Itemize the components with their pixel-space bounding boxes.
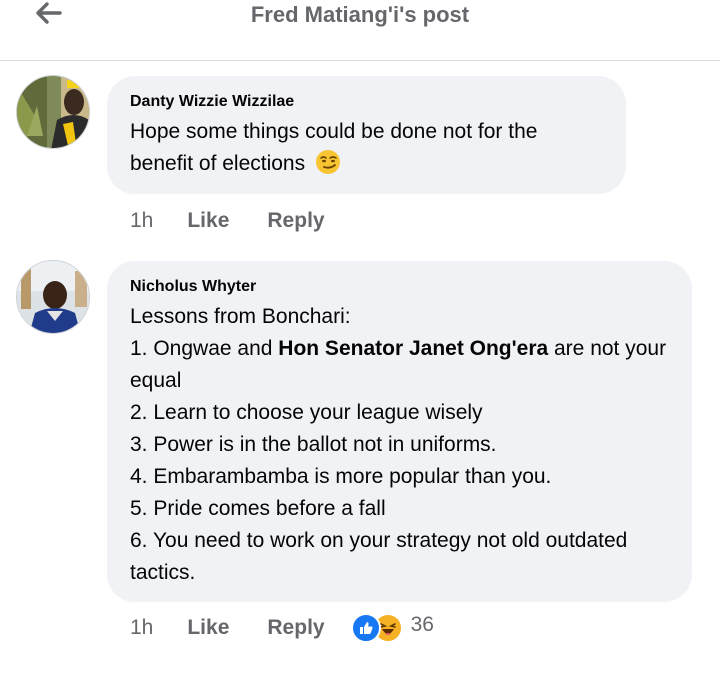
comment-line: 6. You need to work on your strategy not… xyxy=(130,529,628,584)
comment-bubble: Nicholus Whyter Lessons from Bonchari: 1… xyxy=(107,261,692,602)
comment-line: Lessons from Bonchari: xyxy=(130,305,351,328)
comment-author[interactable]: Nicholus Whyter xyxy=(130,276,670,298)
page-title: Fred Matiang'i's post xyxy=(250,2,470,27)
comment-text-segment: 1. Ongwae and xyxy=(130,337,279,360)
like-reaction-icon xyxy=(350,613,381,643)
reaction-count: 36 xyxy=(410,613,434,636)
reply-button[interactable]: Reply xyxy=(267,209,324,233)
comment-text: Lessons from Bonchari: 1. Ongwae and Hon… xyxy=(130,301,670,589)
comment-line: 2. Learn to choose your league wisely xyxy=(130,401,483,424)
comment-bubble: Danty Wizzie Wizzilae Hope some things c… xyxy=(107,76,626,194)
like-button[interactable]: Like xyxy=(187,209,229,233)
comment-line: 3. Power is in the ballot not in uniform… xyxy=(130,433,497,456)
tagged-person-link[interactable]: Hon Senator Janet Ong'era xyxy=(278,337,548,360)
comment-line: 1. Ongwae and Hon Senator Janet Ong'era … xyxy=(130,333,670,397)
comment-actions: 1h Like Reply xyxy=(130,205,363,237)
comment-line: 5. Pride comes before a fall xyxy=(130,497,386,520)
post-header: Fred Matiang'i's post xyxy=(0,0,720,61)
comment-timestamp[interactable]: 1h xyxy=(130,616,153,640)
like-button[interactable]: Like xyxy=(187,616,229,640)
comment-author[interactable]: Danty Wizzie Wizzilae xyxy=(130,91,604,113)
avatar[interactable] xyxy=(16,75,90,149)
comment-text: Hope some things could be done not for t… xyxy=(130,116,604,180)
smirking-face-emoji-icon xyxy=(315,150,340,175)
reaction-summary[interactable]: 36 xyxy=(350,613,434,643)
comment-line: 4. Embarambamba is more popular than you… xyxy=(130,465,552,488)
comment-timestamp[interactable]: 1h xyxy=(130,209,153,233)
reply-button[interactable]: Reply xyxy=(267,616,324,640)
avatar[interactable] xyxy=(16,260,90,334)
comment-actions: 1h Like Reply 36 xyxy=(130,612,434,644)
